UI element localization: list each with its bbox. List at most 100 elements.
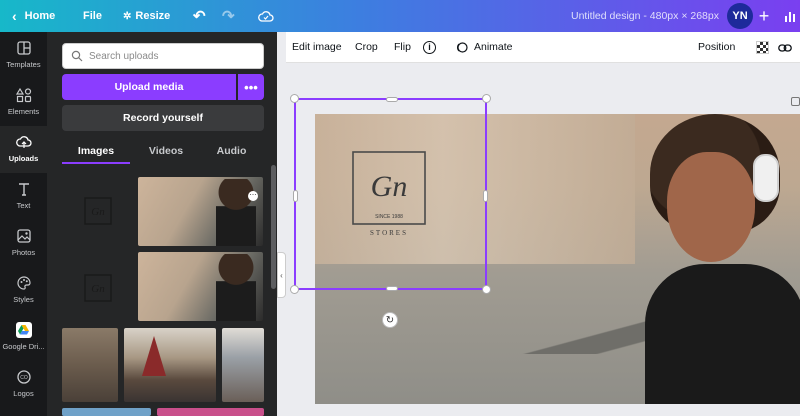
sidebar-item-elements[interactable]: Elements bbox=[0, 79, 47, 126]
resize-handle-bottom[interactable] bbox=[386, 286, 398, 291]
sidebar-item-google-drive[interactable]: Google Dri... bbox=[0, 314, 47, 361]
sidebar-item-label: Styles bbox=[13, 295, 34, 304]
sidebar-item-label: Text bbox=[16, 201, 31, 210]
redo-icon: ↷ bbox=[222, 8, 235, 25]
resize-handle-bottom-right[interactable] bbox=[482, 285, 491, 294]
christmas-tree bbox=[142, 336, 166, 376]
logo-mark-icon: Gn bbox=[84, 197, 112, 225]
editor-toolbar: Edit image Crop Flip i Animate Position bbox=[286, 32, 800, 63]
upload-thumbnail-photo-2[interactable] bbox=[138, 252, 263, 321]
text-icon bbox=[18, 183, 29, 196]
tab-audio[interactable]: Audio bbox=[199, 140, 264, 164]
bar-chart-icon bbox=[785, 12, 795, 22]
upload-thumbnail-photo-6[interactable] bbox=[62, 408, 151, 416]
logos-icon: CO bbox=[16, 370, 31, 384]
person-silhouette bbox=[216, 179, 256, 246]
upload-thumbnail-logo-1[interactable]: Gn bbox=[62, 177, 134, 246]
sidebar-item-uploads[interactable]: Uploads bbox=[0, 126, 47, 173]
animate-icon bbox=[457, 42, 468, 53]
flip-button[interactable]: Flip bbox=[394, 32, 411, 63]
duplicate-page-icon[interactable] bbox=[791, 97, 800, 106]
upload-thumbnail-logo-2[interactable]: Gn bbox=[62, 254, 134, 323]
crop-button[interactable]: Crop bbox=[355, 32, 378, 63]
tab-images[interactable]: Images bbox=[62, 140, 130, 164]
photos-icon bbox=[16, 229, 31, 243]
animate-label: Animate bbox=[474, 41, 513, 53]
animate-button[interactable]: Animate bbox=[455, 32, 513, 63]
uploads-panel: Search uploads Upload media ••• Record y… bbox=[47, 32, 277, 416]
sidebar-item-label: Logos bbox=[13, 389, 34, 398]
upload-thumbnail-photo-3[interactable] bbox=[62, 328, 118, 402]
record-yourself-button[interactable]: Record yourself bbox=[62, 105, 264, 131]
more-dots-icon[interactable]: ⋯ bbox=[248, 191, 258, 201]
link-button[interactable] bbox=[778, 32, 792, 63]
svg-text:Gn: Gn bbox=[91, 283, 105, 295]
icon-sidebar: Templates Elements Uploads Text Photos S… bbox=[0, 32, 47, 416]
resize-button[interactable]: ✲ Resize bbox=[123, 0, 170, 32]
upload-thumbnail-photo-4[interactable] bbox=[124, 328, 216, 402]
sidebar-item-label: Uploads bbox=[8, 154, 39, 163]
resize-handle-top[interactable] bbox=[386, 97, 398, 102]
person-silhouette bbox=[216, 254, 256, 321]
tab-videos[interactable]: Videos bbox=[132, 140, 200, 164]
more-options-button[interactable]: ••• bbox=[238, 74, 264, 100]
undo-icon: ↶ bbox=[193, 8, 206, 25]
undo-button[interactable]: ↶ bbox=[193, 0, 206, 32]
templates-icon bbox=[16, 41, 31, 55]
sidebar-item-label: Photos bbox=[11, 248, 36, 257]
resize-handle-top-left[interactable] bbox=[290, 94, 299, 103]
svg-text:CO: CO bbox=[20, 375, 28, 381]
search-box[interactable]: Search uploads bbox=[62, 43, 264, 69]
chevron-left-icon: ‹ bbox=[280, 270, 283, 280]
cloud-check-icon bbox=[258, 11, 274, 22]
collapse-panel-button[interactable]: ‹ bbox=[277, 252, 286, 298]
styles-icon bbox=[16, 276, 31, 290]
top-bar: ‹ Home File ✲ Resize ↶ ↷ Untitled design… bbox=[0, 0, 800, 32]
resize-label: Resize bbox=[135, 10, 171, 22]
rotate-handle[interactable]: ↻ bbox=[382, 312, 398, 328]
sidebar-item-label: Elements bbox=[7, 107, 40, 116]
sidebar-item-photos[interactable]: Photos bbox=[0, 220, 47, 267]
sidebar-item-templates[interactable]: Templates bbox=[0, 32, 47, 79]
panel-scrollbar[interactable] bbox=[271, 165, 276, 289]
file-menu[interactable]: File bbox=[83, 0, 102, 32]
sidebar-item-text[interactable]: Text bbox=[0, 173, 47, 220]
position-button[interactable]: Position bbox=[698, 32, 735, 63]
resize-handle-left[interactable] bbox=[293, 190, 298, 202]
resize-handle-bottom-left[interactable] bbox=[290, 285, 299, 294]
share-plus-button[interactable]: + bbox=[752, 3, 776, 29]
cloud-save-button[interactable] bbox=[258, 0, 274, 32]
chart-button[interactable] bbox=[778, 3, 800, 29]
upload-thumbnail-photo-1[interactable]: ⋯ bbox=[138, 177, 263, 246]
redo-button[interactable]: ↷ bbox=[222, 0, 235, 32]
plus-icon: + bbox=[758, 5, 770, 26]
sidebar-item-label: Templates bbox=[6, 60, 41, 69]
elements-icon bbox=[15, 87, 31, 103]
svg-text:Gn: Gn bbox=[91, 206, 105, 218]
woman-photo bbox=[645, 114, 800, 404]
file-label: File bbox=[83, 10, 102, 22]
transparency-button[interactable] bbox=[756, 41, 769, 54]
avatar[interactable]: YN bbox=[727, 3, 753, 29]
edit-image-button[interactable]: Edit image bbox=[292, 32, 342, 63]
info-icon: i bbox=[428, 42, 431, 52]
link-icon bbox=[778, 43, 792, 52]
sparkle-icon: ✲ bbox=[123, 10, 132, 22]
upload-icon bbox=[15, 136, 32, 148]
info-button[interactable]: i bbox=[423, 41, 436, 54]
search-icon bbox=[71, 50, 83, 62]
sidebar-item-styles[interactable]: Styles bbox=[0, 267, 47, 314]
home-button[interactable]: ‹ Home bbox=[12, 0, 55, 32]
chevron-left-icon: ‹ bbox=[12, 8, 17, 24]
upload-media-button[interactable]: Upload media bbox=[62, 74, 236, 100]
selection-box[interactable] bbox=[290, 94, 491, 294]
canvas-area[interactable]: Gn SINCE 1988 STORES ↻ bbox=[286, 63, 800, 416]
upload-thumbnail-photo-7[interactable] bbox=[157, 408, 264, 416]
search-input[interactable]: Search uploads bbox=[89, 51, 159, 62]
resize-handle-top-right[interactable] bbox=[482, 94, 491, 103]
sidebar-item-logos[interactable]: CO Logos bbox=[0, 361, 47, 408]
design-title[interactable]: Untitled design - 480px × 268px bbox=[571, 0, 719, 32]
logo-mark-icon: Gn bbox=[84, 274, 112, 302]
resize-handle-right[interactable] bbox=[483, 190, 488, 202]
upload-thumbnail-photo-5[interactable] bbox=[222, 328, 264, 402]
